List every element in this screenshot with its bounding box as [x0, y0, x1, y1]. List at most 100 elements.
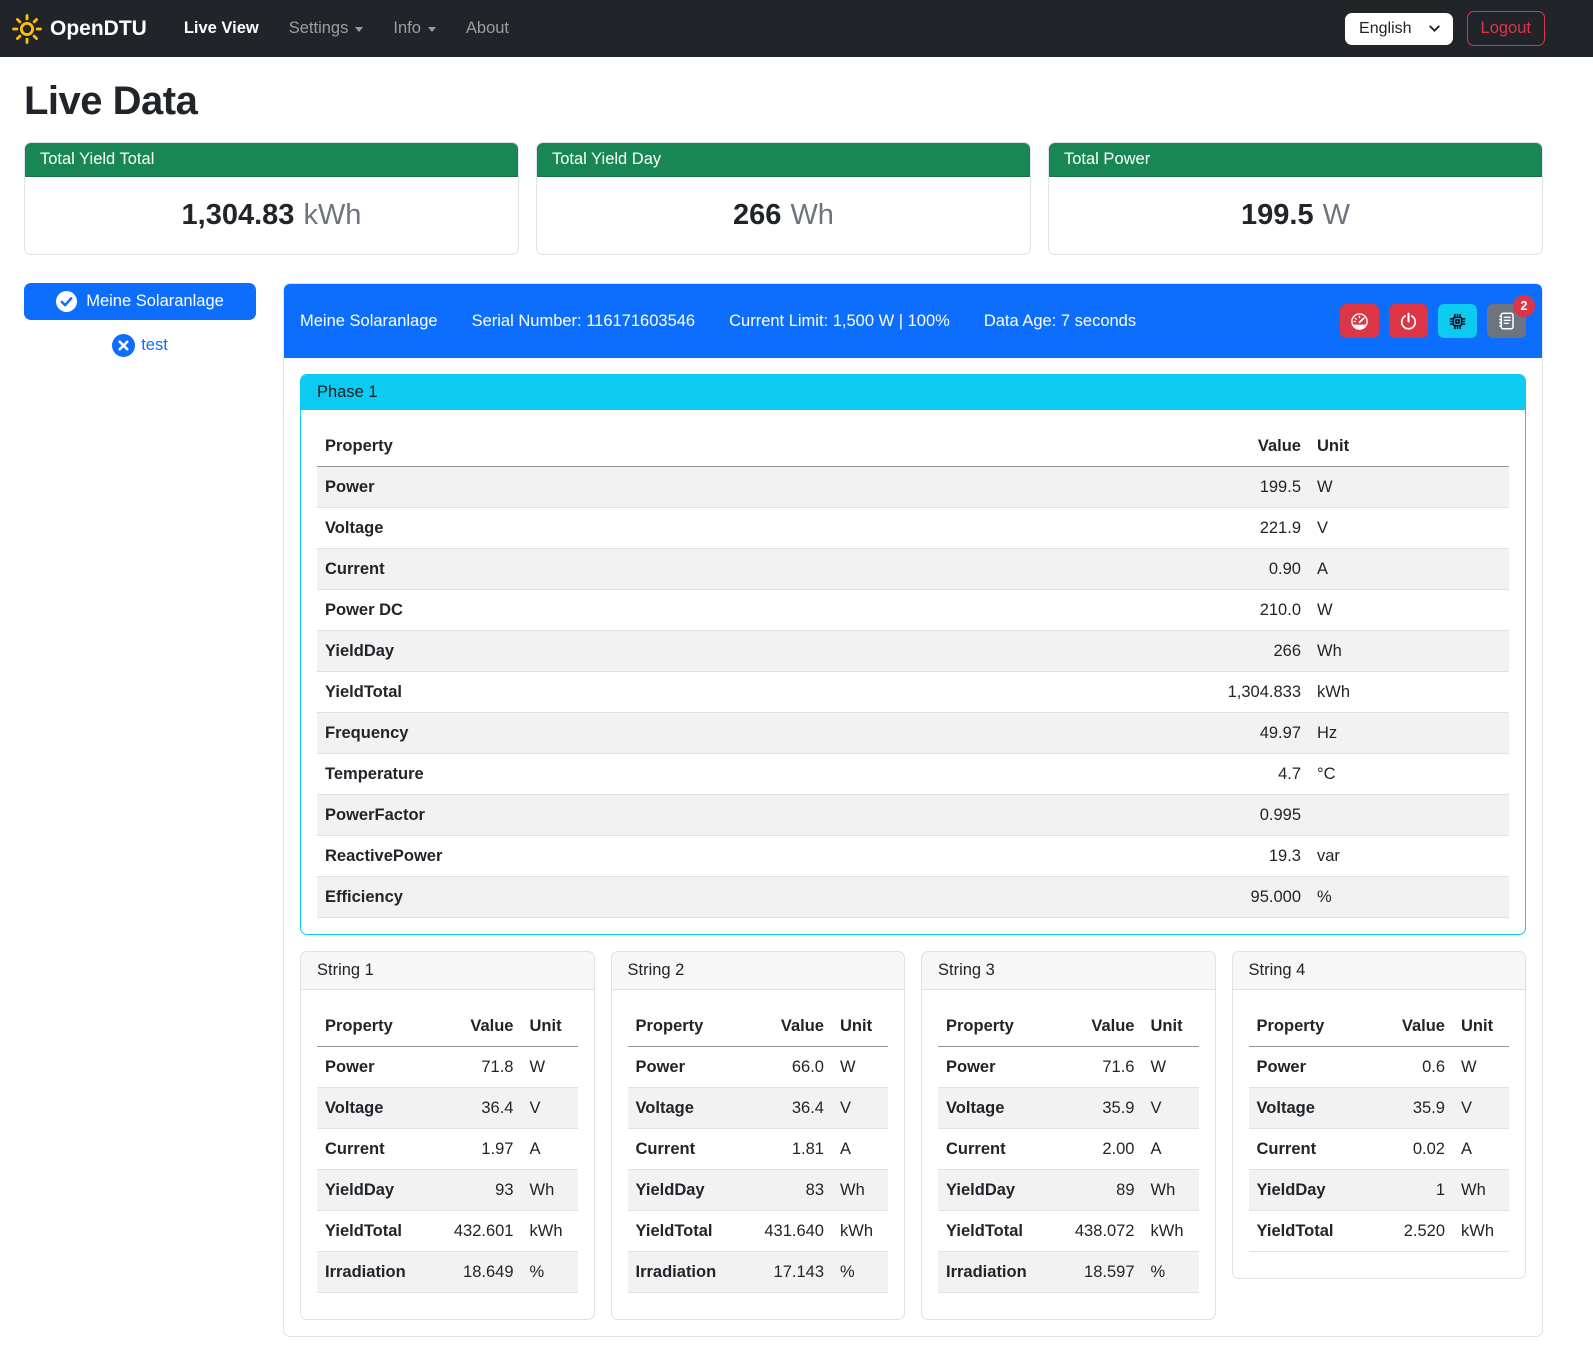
table-row: YieldTotal431.640kWh [628, 1211, 889, 1252]
value-cell: 210.0 [1169, 590, 1309, 631]
table-row: Temperature4.7°C [317, 754, 1509, 795]
unit-cell: kWh [1143, 1211, 1199, 1252]
table-row: Power71.6W [938, 1047, 1199, 1088]
nav-settings[interactable]: Settings [276, 11, 377, 46]
total-power-card: Total Power 199.5W [1048, 142, 1543, 255]
table-row: Voltage35.9V [1249, 1088, 1510, 1129]
property-cell: Irradiation [317, 1252, 438, 1293]
inverter-selector-column: Meine Solaranlage test [24, 283, 256, 357]
value-cell: 221.9 [1169, 508, 1309, 549]
property-cell: PowerFactor [317, 795, 1169, 836]
value-cell: 431.640 [748, 1211, 832, 1252]
table-row: Power0.6W [1249, 1047, 1510, 1088]
journal-text-icon [1497, 311, 1517, 331]
nav-live-view[interactable]: Live View [171, 11, 272, 46]
unit-cell: Wh [1309, 631, 1509, 672]
event-log-button[interactable]: 2 [1487, 304, 1526, 338]
card-value: 1,304.83 [182, 199, 295, 231]
unit-cell: W [1143, 1047, 1199, 1088]
card-value-area: 266Wh [537, 177, 1030, 254]
table-row: Frequency49.97Hz [317, 713, 1509, 754]
value-cell: 93 [438, 1170, 522, 1211]
table-row: YieldTotal432.601kWh [317, 1211, 578, 1252]
unit-cell: V [832, 1088, 888, 1129]
language-selected-value: English [1359, 20, 1411, 38]
table-row: Power199.5W [317, 467, 1509, 508]
property-cell: Voltage [1249, 1088, 1370, 1129]
brand[interactable]: OpenDTU [12, 14, 147, 44]
cpu-icon [1448, 312, 1467, 331]
unit-cell: kWh [832, 1211, 888, 1252]
value-cell: 35.9 [1059, 1088, 1143, 1129]
unit-cell: V [522, 1088, 578, 1129]
property-cell: Power [317, 467, 1169, 508]
property-cell: Efficiency [317, 877, 1169, 918]
table-row: Voltage36.4V [317, 1088, 578, 1129]
property-cell: Voltage [628, 1088, 749, 1129]
unit-cell: % [1309, 877, 1509, 918]
device-info-button[interactable] [1438, 304, 1477, 338]
property-cell: Voltage [317, 1088, 438, 1129]
table-row: Irradiation18.649% [317, 1252, 578, 1293]
unit-cell: Hz [1309, 713, 1509, 754]
nav-info[interactable]: Info [380, 11, 449, 46]
value-cell: 1 [1369, 1170, 1453, 1211]
string-card-title: String 3 [922, 952, 1215, 990]
unit-cell: % [522, 1252, 578, 1293]
nav-live-view-label: Live View [184, 19, 259, 38]
summary-cards-row: Total Yield Total 1,304.83kWh Total Yiel… [24, 142, 1543, 255]
column-unit: Unit [1143, 1006, 1199, 1047]
unit-cell: Wh [832, 1170, 888, 1211]
property-cell: Power DC [317, 590, 1169, 631]
property-cell: Current [628, 1129, 749, 1170]
column-unit: Unit [522, 1006, 578, 1047]
value-cell: 66.0 [748, 1047, 832, 1088]
logout-button[interactable]: Logout [1467, 11, 1545, 46]
nav-about[interactable]: About [453, 11, 522, 46]
property-cell: YieldTotal [628, 1211, 749, 1252]
language-select[interactable]: English [1345, 13, 1452, 45]
value-cell: 36.4 [438, 1088, 522, 1129]
inverter-data-age: Data Age: 7 seconds [984, 312, 1136, 331]
value-cell: 17.143 [748, 1252, 832, 1293]
inverter-card-header: Meine Solaranlage Serial Number: 1161716… [284, 284, 1542, 358]
table-row: Power71.8W [317, 1047, 578, 1088]
table-row: YieldTotal1,304.833kWh [317, 672, 1509, 713]
unit-cell: A [1453, 1129, 1509, 1170]
unit-cell: kWh [1453, 1211, 1509, 1252]
string-card-title: String 4 [1233, 952, 1526, 990]
inverter-test-label: test [141, 336, 168, 355]
table-row: ReactivePower19.3var [317, 836, 1509, 877]
value-cell: 0.02 [1369, 1129, 1453, 1170]
nav-settings-label: Settings [289, 19, 349, 38]
value-cell: 71.6 [1059, 1047, 1143, 1088]
card-title: Total Yield Total [25, 143, 518, 177]
inverter-selected-label: Meine Solaranlage [86, 292, 224, 311]
inverter-selected-button[interactable]: Meine Solaranlage [24, 283, 256, 320]
unit-cell: A [1143, 1129, 1199, 1170]
limit-settings-button[interactable] [1340, 304, 1379, 338]
power-toggle-button[interactable] [1389, 304, 1428, 338]
column-unit: Unit [832, 1006, 888, 1047]
unit-cell: V [1143, 1088, 1199, 1129]
table-row: YieldDay266Wh [317, 631, 1509, 672]
top-navbar: OpenDTU Live View Settings Info About En… [0, 0, 1593, 57]
property-cell: YieldDay [1249, 1170, 1370, 1211]
card-unit: W [1323, 199, 1350, 231]
nav-info-label: Info [393, 19, 421, 38]
nav-about-label: About [466, 19, 509, 38]
property-cell: Irradiation [938, 1252, 1059, 1293]
events-count-badge: 2 [1513, 295, 1535, 317]
total-yield-day-card: Total Yield Day 266Wh [536, 142, 1031, 255]
unit-cell: V [1453, 1088, 1509, 1129]
value-cell: 4.7 [1169, 754, 1309, 795]
unit-cell: kWh [1309, 672, 1509, 713]
card-value: 266 [733, 199, 781, 231]
unit-cell: A [522, 1129, 578, 1170]
value-cell: 2.00 [1059, 1129, 1143, 1170]
property-cell: YieldTotal [938, 1211, 1059, 1252]
string-card-title: String 2 [612, 952, 905, 990]
string-card-title: String 1 [301, 952, 594, 990]
inverter-test-button[interactable]: test [112, 334, 168, 357]
property-cell: Power [317, 1047, 438, 1088]
